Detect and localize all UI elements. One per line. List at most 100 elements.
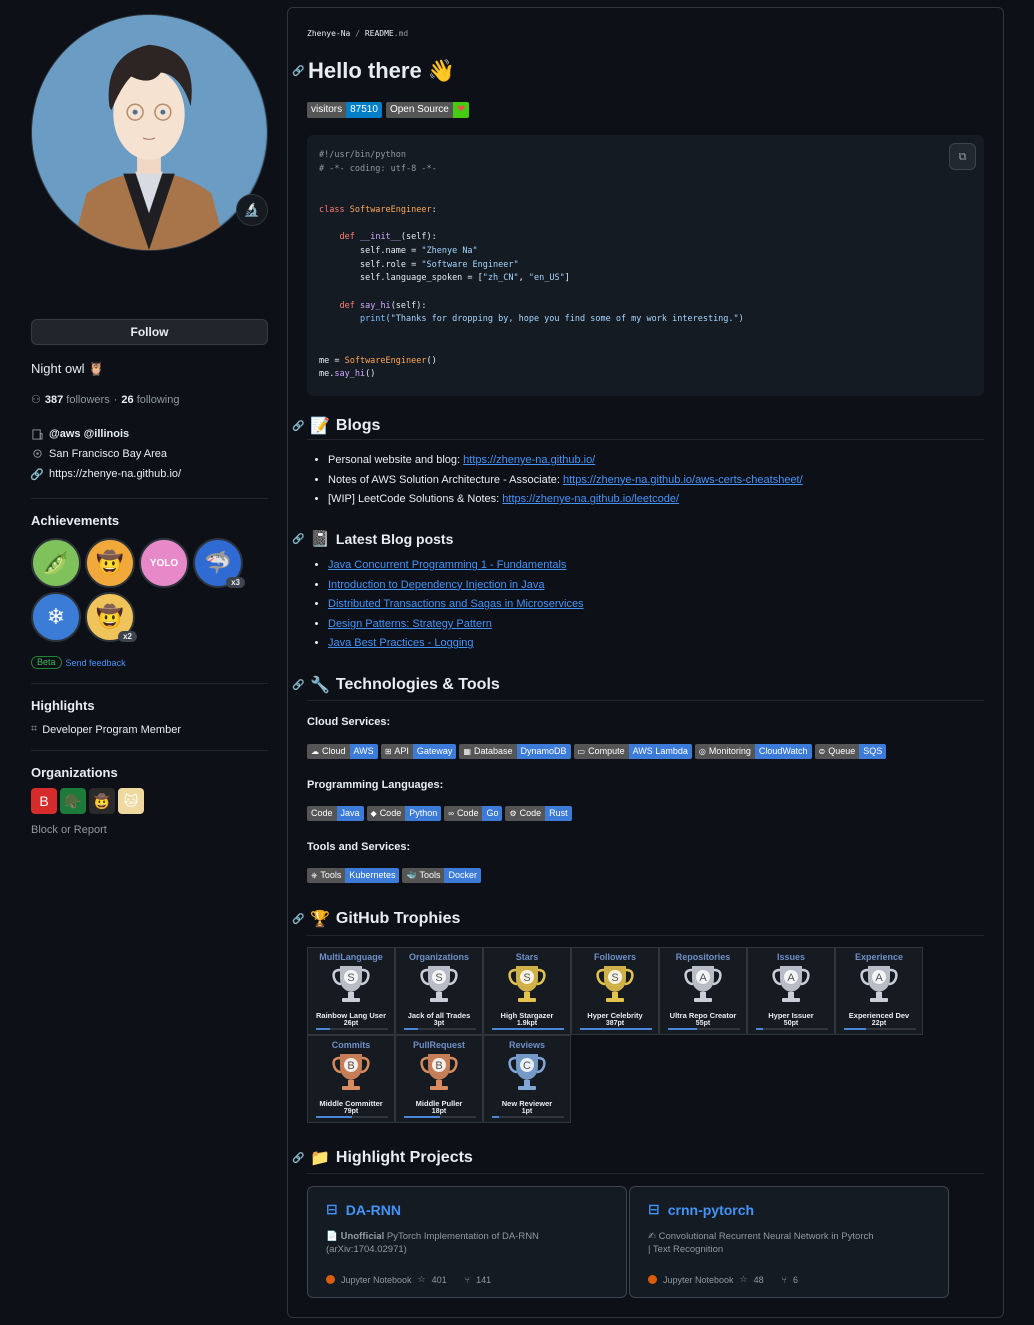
description-text: PyTorch Implementation of DA-RNN [384,1231,539,1242]
project-card-crnn-pytorch[interactable]: ⊟ crnn-pytorch ✍ Convolutional Recurrent N… [629,1186,949,1298]
trophy-commits[interactable]: Commits B Middle Committer 79pt [307,1035,395,1123]
achievement-pair-extraordinaire[interactable]: 🫛 [31,538,81,588]
trophy-stars[interactable]: Stars S High Stargazer 1.9kpt [483,947,571,1035]
code-block[interactable]: #!/usr/bin/python # -*- coding: utf-8 -*… [307,135,984,396]
blog-post-link[interactable]: Java Best Practices - Logging [328,637,474,649]
tech-badge-go[interactable]: ∞ Code Go [444,806,503,821]
achievements-heading[interactable]: Achievements [31,513,268,528]
wrench-icon: 🔧 [310,677,330,694]
project-name-link[interactable]: crnn-pytorch [668,1202,754,1218]
anchor-link-icon[interactable]: 🔗 [292,680,304,691]
blog-post-link[interactable]: Distributed Transactions and Sagas in Mi… [328,598,584,610]
org-4-avatar[interactable]: 🐱 [118,788,144,814]
achievement-count: x3 [226,577,245,588]
trophy-points: 22pt [871,1020,887,1027]
location-pin-icon [31,448,43,460]
tech-badge-dynamodb[interactable]: ▦ Database DynamoDB [459,744,571,759]
blog-post-link[interactable]: Design Patterns: Strategy Pattern [328,618,492,630]
tech-badge-cloudwatch[interactable]: ◎ Monitoring CloudWatch [694,744,812,759]
trophy-name: Jack of all Trades [407,1011,471,1020]
trophy-icon: 🏆 [310,911,330,928]
blog-post-link[interactable]: Introduction to Dependency Injection in … [328,579,544,591]
org-3-avatar[interactable]: 🤠 [89,788,115,814]
language-color-dot [326,1275,335,1284]
blog-link[interactable]: https://zhenye-na.github.io/leetcode/ [502,493,679,505]
fork-icon: ⑂ [464,1274,471,1285]
company-text[interactable]: @aws @illinois [49,428,129,440]
tech-badge-docker[interactable]: 🐳 Tools Docker [402,868,481,883]
breadcrumb-user[interactable]: Zhenye-Na [307,29,350,38]
trophy-cup-icon: A [684,966,722,1002]
achievement-starstruck[interactable]: 🤠 [85,538,135,588]
achievement-pull-shark[interactable]: 🦈 x3 [193,538,245,588]
avatar[interactable] [31,14,268,251]
follow-button[interactable]: Follow [31,319,268,345]
code-text: (self): [400,232,437,243]
cloud-badges: ☁ Cloud AWS ⊞ API Gateway ▦ Database DynamoDB ▭ Co… [307,744,887,759]
code-text: (self): [390,300,427,311]
website-item[interactable]: 🔗 https://zhenye-na.github.io/ [30,464,268,484]
tech-badge-label: 🐳 Tools [402,868,445,883]
open-source-badge[interactable]: Open Source ❤ [385,102,470,118]
blog-label: Notes of AWS Solution Architecture - Ass… [328,473,563,486]
blog-link[interactable]: https://zhenye-na.github.io/aws-certs-ch… [563,474,803,486]
trophy-repositories[interactable]: Repositories A Ultra Repo Creator 55pt [659,947,747,1035]
code-class: SoftwareEngineer [344,355,427,366]
project-forks[interactable]: 141 [476,1275,491,1285]
project-card-da-rnn[interactable]: ⊟ DA-RNN 📄 𝐔𝐧𝐨𝐟𝐟𝐢𝐜𝐢𝐚𝐥 PyTorch Implementati… [307,1186,627,1298]
project-forks[interactable]: 6 [793,1275,798,1285]
tech-badge-value: Python [405,806,442,821]
blog-post-link[interactable]: Java Concurrent Programming 1 - Fundamen… [328,559,566,571]
tech-badge-gateway[interactable]: ⊞ API Gateway [380,744,457,759]
trophy-reviews[interactable]: Reviews C New Reviewer 1pt [483,1035,571,1123]
anchor-link-icon[interactable]: 🔗 [292,534,304,545]
star-icon: ☆ [417,1274,426,1284]
anchor-link-icon[interactable]: 🔗 [292,914,304,925]
achievement-yolo[interactable]: YOLO [139,538,189,588]
achievement-quickdraw[interactable]: 🤠 x2 [85,592,137,642]
project-name-link[interactable]: DA-RNN [346,1202,401,1218]
trophy-issues[interactable]: Issues A Hyper Issuer 50pt [747,947,835,1035]
tech-badge-python[interactable]: ◆ Code Python [366,806,442,821]
achievement-arctic-code-vault[interactable]: ❄ [31,592,81,642]
tech-badge-aws-lambda[interactable]: ▭ Compute AWS Lambda [573,744,692,759]
trophies-heading: 🔗 🏆 GitHub Trophies [292,909,460,929]
anchor-link-icon[interactable]: 🔗 [292,1153,304,1164]
tech-badge-sqs[interactable]: ⊜ Queue SQS [814,744,887,759]
tech-badge-value: AWS [349,744,378,759]
trophy-pullrequest[interactable]: PullRequest B Middle Puller 18pt [395,1035,483,1123]
copy-icon[interactable]: ⧉ [949,143,976,170]
block-report-link[interactable]: Block or Report [31,824,268,836]
company-item[interactable]: @aws @illinois [31,424,268,444]
tech-badge-kubernetes[interactable]: ⎈ Tools Kubernetes [307,868,400,883]
trophy-followers[interactable]: Followers S Hyper Celebrity 387pt [571,947,659,1035]
description-icon: 📄 [326,1231,341,1242]
beta-badge: Beta [31,656,62,669]
trophy-organizations[interactable]: Organizations S Jack of all Trades 3pt [395,947,483,1035]
status-emoji[interactable]: 🔬 [236,194,268,226]
blog-link[interactable]: https://zhenye-na.github.io/ [463,454,595,466]
project-stars[interactable]: 48 [754,1275,764,1285]
tech-badge-text: Monitoring [708,746,751,756]
tech-badge-rust[interactable]: ⚙ Code Rust [505,806,572,821]
trophy-progress-fill [404,1028,419,1030]
website-link[interactable]: https://zhenye-na.github.io/ [49,468,181,480]
tech-badge-label: Code [307,806,337,821]
tech-badge-java[interactable]: Code Java [307,806,364,821]
anchor-link-icon[interactable]: 🔗 [292,421,304,432]
tech-badge-aws[interactable]: ☁ Cloud AWS [307,744,378,759]
following-link[interactable]: 26 following [121,394,179,406]
open-source-badge-label: Open Source [385,102,453,118]
anchor-link-icon[interactable]: 🔗 [292,66,304,77]
tech-badge-label: ⊞ API [380,744,413,759]
org-2-avatar[interactable]: 🪖 [60,788,86,814]
breadcrumb-sep: / [355,29,361,38]
trophy-progress [404,1116,476,1118]
send-feedback-link[interactable]: Send feedback [66,658,126,668]
visitors-badge[interactable]: visitors 87510 [307,102,382,118]
trophy-multilanguage[interactable]: MultiLanguage S Rainbow Lang User 26pt [307,947,395,1035]
org-1-avatar[interactable]: B [31,788,57,814]
project-stars[interactable]: 401 [432,1275,447,1285]
trophy-experience[interactable]: Experience A Experienced Dev 22pt [835,947,923,1035]
followers-link[interactable]: 387 followers [45,394,110,406]
